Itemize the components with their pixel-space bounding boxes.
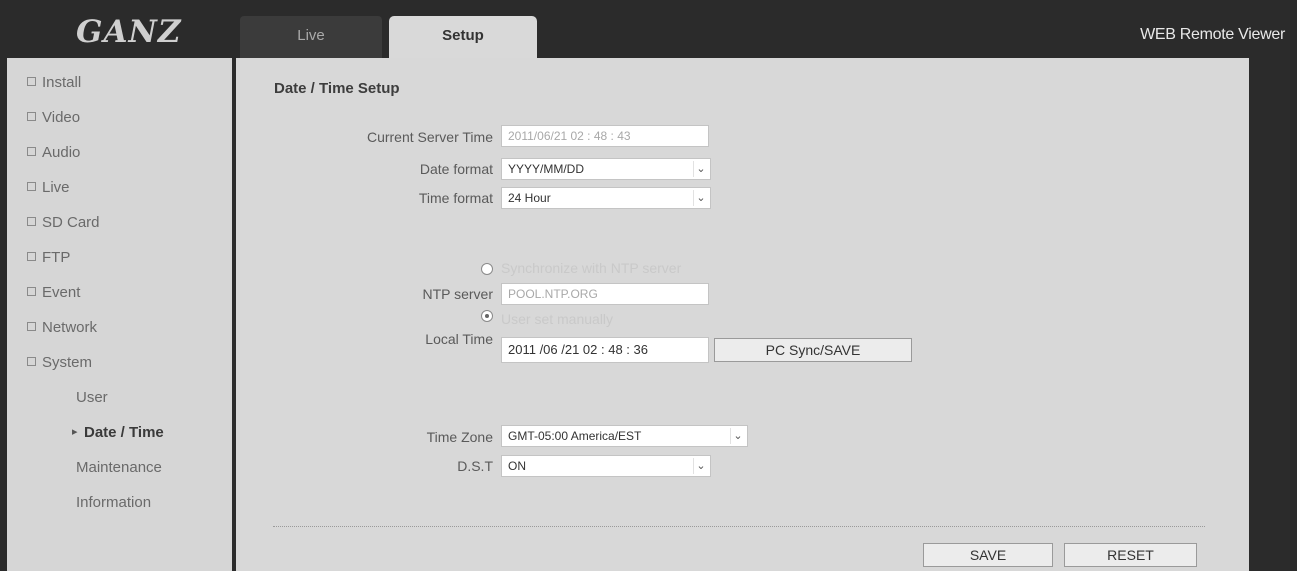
sidebar-subitem-user[interactable]: User (76, 389, 108, 406)
ganz-logo: GANZ (76, 14, 182, 50)
sidebar-item-label: Event (42, 284, 81, 301)
sidebar-item-label: Video (42, 109, 81, 126)
save-button[interactable]: SAVE (923, 543, 1053, 567)
sidebar-subitem-label: Date / Time (84, 424, 164, 441)
pc-sync-save-button[interactable]: PC Sync/SAVE (714, 338, 912, 362)
sidebar-item-event[interactable]: Event (27, 284, 80, 301)
dst-select[interactable]: ON ⌄ (501, 455, 711, 477)
expand-icon (27, 147, 36, 156)
sidebar-item-install[interactable]: Install (27, 74, 81, 91)
ntp-server-input[interactable]: POOL.NTP.ORG (501, 283, 709, 305)
sidebar-item-system[interactable]: System (27, 354, 92, 371)
sidebar-item-sd-card[interactable]: SD Card (27, 214, 100, 231)
sidebar-item-label: Install (42, 74, 82, 91)
tab-setup[interactable]: Setup (389, 16, 537, 58)
sidebar-item-ftp[interactable]: FTP (27, 249, 70, 266)
sidebar-item-label: Network (42, 319, 98, 336)
chevron-down-icon: ⌄ (693, 161, 708, 177)
expand-icon (27, 182, 36, 191)
page-title: Date / Time Setup (274, 80, 400, 97)
expand-icon (27, 112, 36, 121)
manual-radio[interactable] (481, 310, 493, 322)
sidebar-item-label: FTP (42, 249, 71, 266)
date-format-select[interactable]: YYYY/MM/DD ⌄ (501, 158, 711, 180)
expand-icon (27, 77, 36, 86)
dst-label: D.S.T (457, 458, 493, 474)
expand-icon (27, 252, 36, 261)
time-format-select[interactable]: 24 Hour ⌄ (501, 187, 711, 209)
sidebar-subitem-information[interactable]: Information (76, 494, 151, 511)
main-panel: Date / Time Setup Current Server Time 20… (236, 58, 1249, 571)
radio-dot (485, 314, 489, 318)
current-server-time-field: 2011/06/21 02 : 48 : 43 (501, 125, 709, 147)
date-format-label: Date format (419, 161, 493, 177)
sidebar-item-live[interactable]: Live (27, 179, 70, 196)
dst-value: ON (508, 459, 526, 473)
expand-icon (27, 357, 36, 366)
manual-label: User set manually (501, 311, 614, 327)
sidebar-item-audio[interactable]: Audio (27, 144, 80, 161)
right-margin (1249, 58, 1297, 571)
top-bar: GANZ Live Setup WEB Remote Viewer (0, 0, 1297, 58)
local-time-input[interactable]: 2011 /06 /21 02 : 48 : 36 (501, 337, 709, 363)
separator-line (273, 526, 1205, 527)
chevron-down-icon: ⌄ (693, 458, 708, 474)
chevron-right-icon: ▸ (72, 426, 78, 438)
tab-live[interactable]: Live (240, 16, 382, 58)
ntp-sync-label: Synchronize with NTP server (501, 260, 682, 276)
time-format-value: 24 Hour (508, 191, 551, 205)
ntp-sync-radio[interactable] (481, 263, 493, 275)
sidebar-item-label: System (42, 354, 93, 371)
time-zone-select[interactable]: GMT-05:00 America/EST ⌄ (501, 425, 748, 447)
time-zone-value: GMT-05:00 America/EST (508, 429, 642, 443)
time-format-label: Time format (418, 190, 493, 206)
viewer-title: WEB Remote Viewer (1140, 26, 1285, 43)
ntp-server-label: NTP server (422, 286, 493, 302)
expand-icon (27, 322, 36, 331)
date-format-value: YYYY/MM/DD (508, 162, 585, 176)
time-zone-label: Time Zone (426, 429, 493, 445)
sidebar-item-label: Live (42, 179, 70, 196)
chevron-down-icon: ⌄ (693, 190, 708, 206)
sidebar-subitem-maintenance[interactable]: Maintenance (76, 459, 162, 476)
reset-button[interactable]: RESET (1064, 543, 1197, 567)
sidebar-item-video[interactable]: Video (27, 109, 80, 126)
chevron-down-icon: ⌄ (730, 428, 745, 444)
sidebar-item-network[interactable]: Network (27, 319, 97, 336)
expand-icon (27, 287, 36, 296)
local-time-label: Local Time (425, 331, 493, 347)
sidebar-subitem-date-time[interactable]: ▸ Date / Time (72, 424, 164, 441)
sidebar-item-label: SD Card (42, 214, 100, 231)
current-server-time-label: Current Server Time (366, 129, 493, 145)
sidebar-item-label: Audio (42, 144, 81, 161)
expand-icon (27, 217, 36, 226)
sidebar: Install Video Audio Live SD Card FTP Eve… (7, 58, 232, 571)
